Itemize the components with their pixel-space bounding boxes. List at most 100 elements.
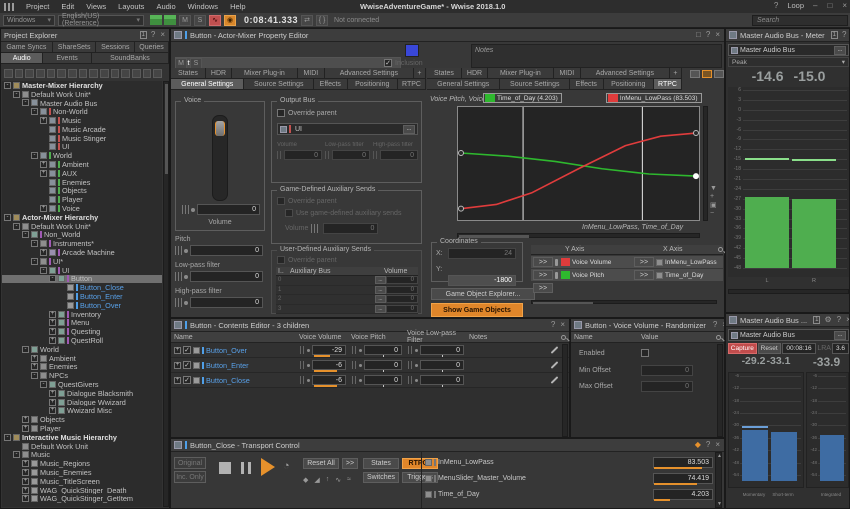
pin-icon[interactable] [555,258,558,266]
bus-browse-button[interactable]: ... [834,45,846,55]
help-icon[interactable]: ? [841,31,847,39]
stop-button[interactable] [219,462,231,474]
layout-one-icon[interactable] [690,69,700,78]
toolbar-icon[interactable] [100,69,109,78]
tab-mixer-plug-in[interactable]: Mixer Plug-in [488,68,554,78]
tree-row[interactable]: Player [2,195,162,204]
language-selector[interactable]: English(US) (Reference) ▾ [58,13,144,27]
zoom-in-icon[interactable]: + [710,193,717,200]
contents-row[interactable]: + ✓ Button_Close -6 0 0 [171,373,569,388]
scroll-up-icon[interactable]: ▲ [717,453,722,459]
capture-button[interactable]: Capture [728,343,757,354]
rtpc-value-field[interactable]: 83.503 [653,456,713,469]
tab-effects[interactable]: Effects [570,79,604,89]
scroll-down-icon[interactable]: ▼ [717,501,722,507]
tab-hdr[interactable]: HDR [205,68,232,78]
graph-vscrollbar[interactable] [703,106,708,221]
reset-all-button[interactable]: Reset All [303,458,339,469]
tree-expander[interactable]: + [49,407,56,415]
tree-row[interactable]: + Objects [2,415,162,424]
graph-hscrollbar[interactable] [457,233,700,238]
tree-expander[interactable]: + [22,477,29,485]
value-field[interactable]: 0 [420,360,464,372]
rtpc-slider-bar[interactable] [654,482,697,485]
tree-expander[interactable]: + [22,495,29,503]
tree-expander[interactable]: + [40,249,47,257]
gdas-override-checkbox[interactable] [277,197,285,205]
value-field[interactable]: 0 [332,150,370,160]
tree-expander[interactable]: - [31,372,38,380]
tab-effects[interactable]: Effects [314,79,348,89]
slider-icon[interactable] [277,151,283,159]
toolbar-icon[interactable] [132,69,141,78]
pin-icon[interactable] [555,271,558,279]
coord-y-field[interactable]: -1800 [448,275,516,286]
meter-bus-selector[interactable]: Master Audio Bus ... [728,44,849,56]
minimize-button[interactable]: – [812,1,818,10]
tree-expander[interactable]: + [40,169,47,177]
help-icon[interactable]: ? [773,1,779,10]
tree-expander[interactable]: - [13,90,20,98]
value-field[interactable]: -29 [312,345,346,357]
tree-row[interactable]: + Music [2,116,162,125]
game-object-explorer-button[interactable]: Game Object Explorer... [431,288,535,300]
tree-row[interactable]: - Default Work Unit* [2,222,162,231]
close-icon[interactable]: × [721,321,724,329]
slider-icon[interactable] [300,376,306,384]
min-offset-field[interactable]: 0 [641,365,693,376]
enabled-checkbox[interactable] [641,349,649,357]
tree-row[interactable]: + Dialogue Blacksmith [2,389,162,398]
inclusion-toggle[interactable]: ✓ Inclusion [384,59,423,67]
toolbar-icon[interactable] [14,69,24,78]
tree-expander[interactable]: + [22,486,29,494]
tree-row[interactable]: - Default Work Unit* [2,90,162,99]
tab-source-settings[interactable]: Source Settings [500,79,571,89]
tree-expander[interactable]: + [40,205,47,213]
tree-expander[interactable]: + [49,310,56,318]
scroll-down-icon[interactable]: ▼ [710,185,717,192]
tree-row[interactable]: + WAG_QuickStinger_GetItem [2,494,162,503]
menu-audio[interactable]: Audio [150,2,181,11]
edit-icon[interactable] [550,376,559,384]
tree-expander[interactable]: - [4,81,11,89]
remote-connect-icon[interactable]: ⇄ [301,14,314,26]
volume-fader-handle[interactable] [215,121,225,136]
menu-project[interactable]: Project [20,2,55,11]
platform-selector[interactable]: Windows ▾ [3,14,55,26]
tree-expander[interactable]: + [31,354,38,362]
tab-midi[interactable]: MIDI [297,68,325,78]
gdas-volume-field[interactable]: 0 [323,223,379,234]
tab-sharesets[interactable]: ShareSets [52,42,97,52]
tab-audio[interactable]: Audio [1,53,44,63]
gdas-use-checkbox[interactable] [285,209,293,217]
tab-general-settings[interactable]: General Settings [427,79,501,89]
tree-expander[interactable]: - [22,231,29,239]
curve-table-hscroll[interactable] [531,300,717,304]
tree-row[interactable]: - Non_World [2,231,162,239]
aux-volume-field[interactable]: 0 [386,276,418,285]
value-field[interactable]: 0 [420,345,464,357]
max-offset-field[interactable]: 0 [641,381,693,392]
mute-button[interactable]: M [179,14,191,26]
rtpc-row[interactable]: Time_of_Day 4.203 [425,486,713,502]
search-icon[interactable] [718,247,723,252]
tree-row[interactable]: - NPCs [2,371,162,380]
voice-icon[interactable]: ◆ [303,476,308,484]
tree-expander[interactable]: - [31,152,38,160]
tree-row[interactable]: + Arcade Machine [2,248,162,257]
dock-icon[interactable]: □ [695,31,702,39]
value-field[interactable]: 0 [284,150,322,160]
rtpc-slider-bar[interactable] [654,498,670,501]
tree-row[interactable]: - World [2,345,162,354]
show-game-objects-button[interactable]: Show Game Objects [431,303,523,317]
tree-expander[interactable]: - [13,222,20,230]
tree-expander[interactable]: + [49,398,56,406]
tree-row[interactable]: + Ambient [2,354,162,363]
tree-expander[interactable]: + [49,328,56,336]
bus-browse-button[interactable]: ... [403,124,415,134]
search-icon[interactable] [561,334,566,340]
tree-row[interactable]: + AUX [2,169,162,178]
slider-icon[interactable] [373,151,379,159]
close-icon[interactable]: × [159,31,166,39]
help-icon[interactable]: ? [705,31,711,39]
